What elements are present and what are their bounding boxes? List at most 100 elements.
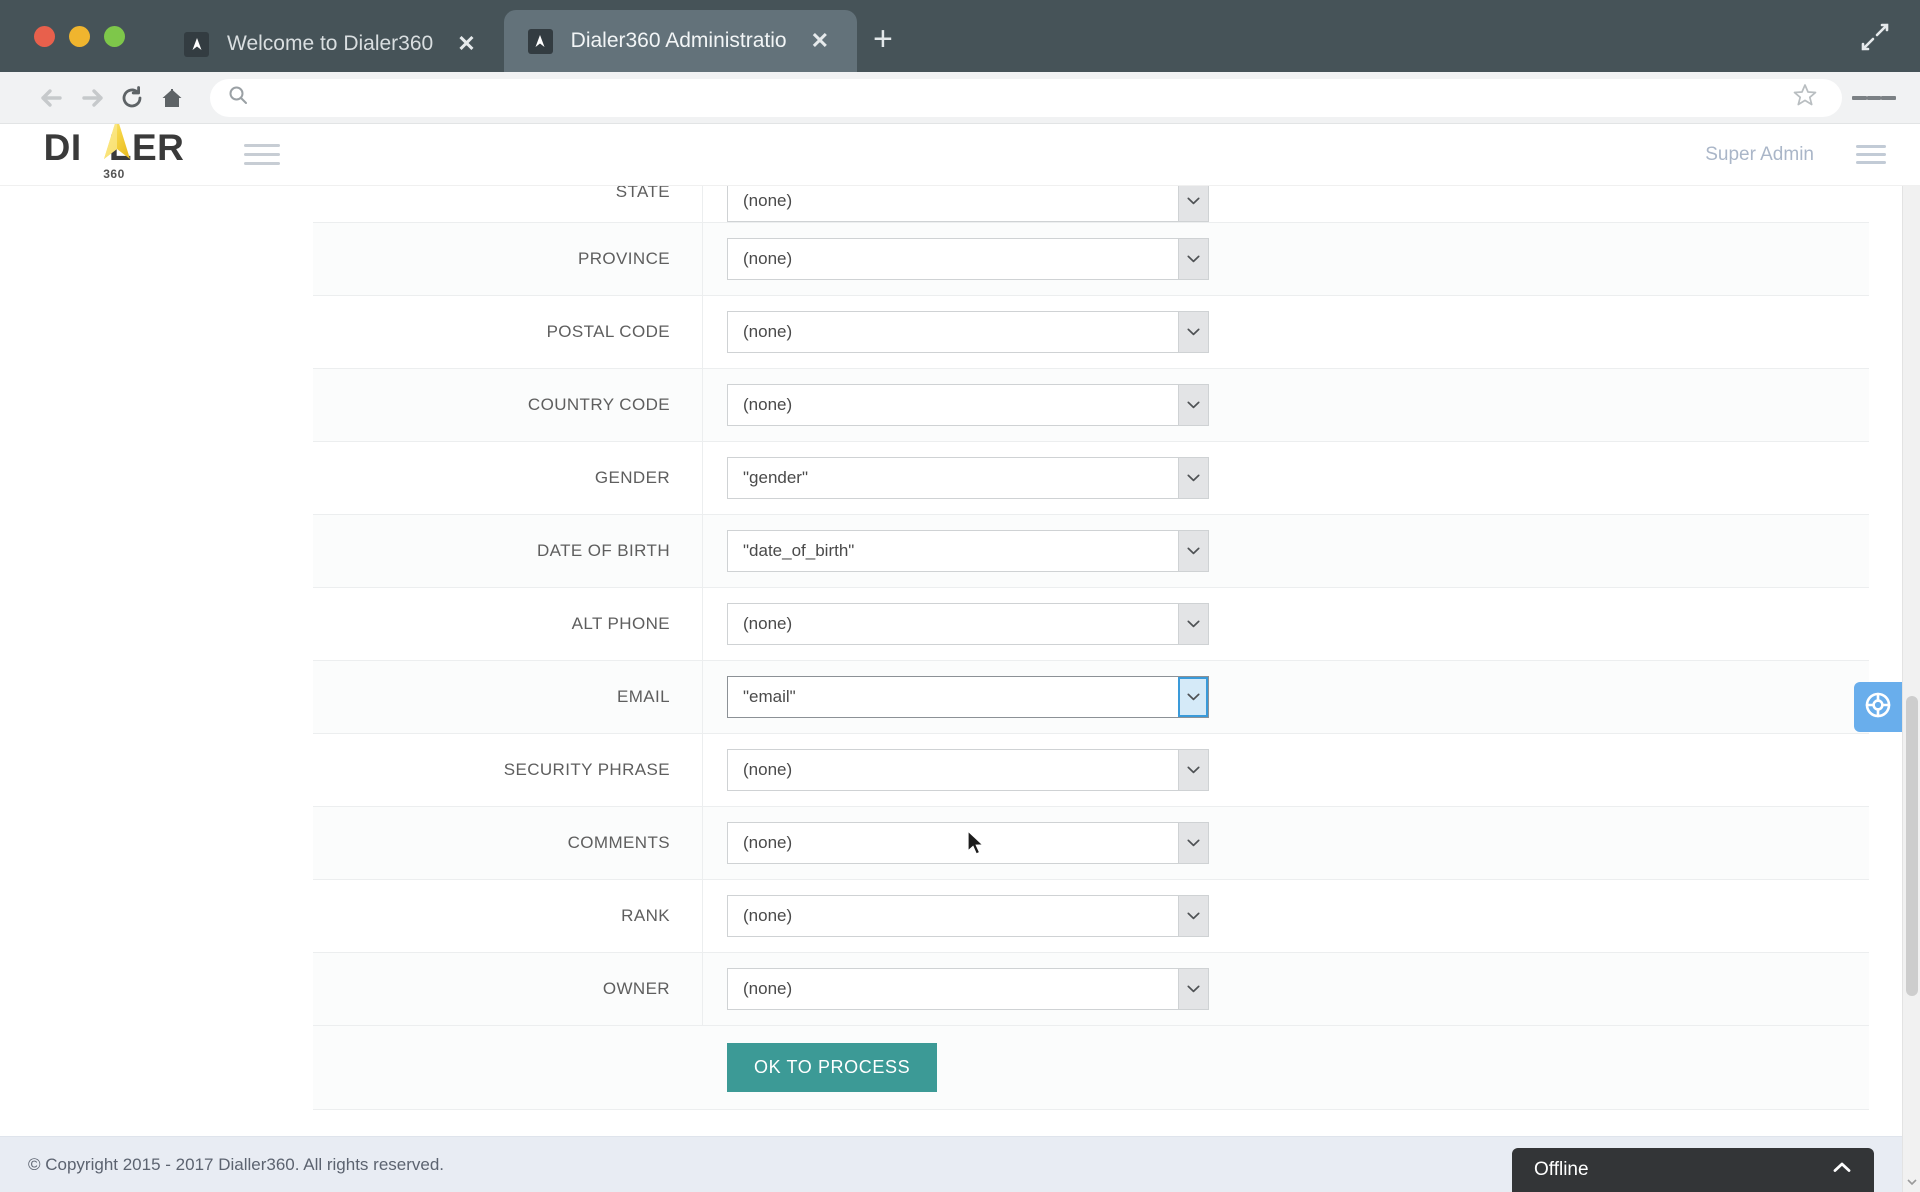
field-mapping-select[interactable]: (none) (727, 968, 1209, 1010)
field-label: SECURITY PHRASE (313, 734, 703, 806)
field-mapping-select[interactable]: (none) (727, 186, 1209, 222)
field-mapping-select[interactable]: (none) (727, 384, 1209, 426)
user-menu-icon[interactable] (1856, 140, 1886, 169)
star-icon[interactable] (1792, 82, 1818, 113)
minimize-window-button[interactable] (69, 26, 90, 47)
chevron-up-icon[interactable] (1832, 1161, 1852, 1179)
field-mapping-rows: STATE (none) PROVINCE (none) POSTAL CODE (non… (313, 186, 1869, 1026)
field-mapping-select-value: (none) (743, 760, 793, 779)
browser-tab-close-icon[interactable]: ✕ (451, 31, 481, 57)
logo-text: DIALER (44, 124, 185, 166)
field-label: COMMENTS (313, 807, 703, 879)
field-mapping-row: RANK (none) (313, 880, 1869, 953)
field-mapping-select[interactable]: (none) (727, 895, 1209, 937)
field-mapping-row: GENDER "gender" (313, 442, 1869, 515)
field-mapping-select-value: (none) (743, 614, 793, 633)
support-help-tab[interactable] (1854, 682, 1902, 732)
field-control: (none) (703, 807, 1869, 879)
chevron-down-icon[interactable] (1178, 239, 1208, 279)
chevron-down-icon[interactable] (1178, 186, 1208, 221)
chevron-down-icon[interactable] (1178, 385, 1208, 425)
field-mapping-select[interactable]: "date_of_birth" (727, 530, 1209, 572)
reload-icon[interactable] (112, 78, 152, 118)
browser-tabstrip: Welcome to Dialer360 ✕ Dialer360 Adminis… (0, 0, 1920, 72)
browser-menu-icon[interactable] (1852, 78, 1897, 118)
field-control: "email" (703, 661, 1869, 733)
field-mapping-select-value: (none) (743, 833, 793, 852)
field-mapping-row: OWNER (none) (313, 953, 1869, 1026)
field-mapping-row: SECURITY PHRASE (none) (313, 734, 1869, 807)
browser-tabs: Welcome to Dialer360 ✕ Dialer360 Adminis… (160, 0, 909, 72)
field-mapping-row: PROVINCE (none) (313, 223, 1869, 296)
page-viewport: DIALER (0, 124, 1920, 1192)
scroll-down-arrow-icon[interactable] (1906, 1174, 1918, 1186)
browser-tab-title: Welcome to Dialer360 (227, 32, 434, 55)
dialer360-favicon-icon (184, 31, 209, 57)
page-scrollbar[interactable] (1902, 124, 1920, 1192)
forward-arrow-icon[interactable] (72, 78, 112, 118)
field-mapping-row: COUNTRY CODE (none) (313, 369, 1869, 442)
field-label: EMAIL (313, 661, 703, 733)
maximize-window-button[interactable] (104, 26, 125, 47)
field-mapping-select-value: (none) (743, 322, 793, 341)
field-label: PROVINCE (313, 223, 703, 295)
field-control: (none) (703, 296, 1869, 368)
field-mapping-select[interactable]: "gender" (727, 457, 1209, 499)
field-mapping-select-value: "gender" (743, 468, 809, 487)
field-mapping-select-value: (none) (743, 906, 793, 925)
expand-arrows-icon[interactable] (1858, 20, 1892, 54)
browser-tab-welcome[interactable]: Welcome to Dialer360 ✕ (160, 16, 504, 72)
field-mapping-row: EMAIL "email" (313, 661, 1869, 734)
address-bar[interactable] (210, 78, 1842, 117)
chevron-down-icon[interactable] (1178, 458, 1208, 498)
browser-tab-close-icon[interactable]: ✕ (805, 28, 835, 54)
app-header: DIALER (0, 124, 1920, 186)
browser-window: Welcome to Dialer360 ✕ Dialer360 Adminis… (0, 0, 1920, 1192)
chevron-down-icon[interactable] (1178, 896, 1208, 936)
chevron-down-icon[interactable] (1178, 750, 1208, 790)
close-window-button[interactable] (34, 26, 55, 47)
chevron-down-icon[interactable] (1178, 604, 1208, 644)
field-label: COUNTRY CODE (313, 369, 703, 441)
field-control: (none) (703, 953, 1869, 1025)
lifebuoy-icon (1863, 690, 1893, 725)
chevron-down-icon[interactable] (1178, 823, 1208, 863)
chevron-down-icon[interactable] (1178, 312, 1208, 352)
chat-widget[interactable]: Offline (1512, 1148, 1874, 1192)
field-control: "date_of_birth" (703, 515, 1869, 587)
field-mapping-row: ALT PHONE (none) (313, 588, 1869, 661)
chevron-down-icon[interactable] (1178, 531, 1208, 571)
field-control: "gender" (703, 442, 1869, 514)
home-icon[interactable] (152, 78, 192, 118)
back-arrow-icon[interactable] (32, 78, 72, 118)
field-mapping-select[interactable]: (none) (727, 822, 1209, 864)
chevron-down-icon[interactable] (1178, 677, 1208, 717)
field-control: (none) (703, 734, 1869, 806)
field-mapping-row: COMMENTS (none) (313, 807, 1869, 880)
field-mapping-select[interactable]: "email" (727, 676, 1209, 718)
browser-tab-administration[interactable]: Dialer360 Administratio ✕ (503, 10, 858, 72)
current-user-label[interactable]: Super Admin (1705, 144, 1814, 166)
new-tab-button[interactable]: + (857, 22, 909, 72)
browser-toolbar (0, 72, 1920, 124)
field-control: (none) (703, 880, 1869, 952)
field-mapping-select[interactable]: (none) (727, 749, 1209, 791)
header-right-group: Super Admin (1705, 140, 1886, 169)
window-traffic-lights (34, 26, 125, 47)
copyright-text: © Copyright 2015 - 2017 Dialler360. All … (28, 1154, 445, 1174)
field-mapping-select[interactable]: (none) (727, 603, 1209, 645)
field-mapping-select-value: "email" (743, 687, 796, 706)
field-mapping-row: POSTAL CODE (none) (313, 296, 1869, 369)
sidebar-toggle-icon[interactable] (244, 138, 280, 171)
field-control: (none) (703, 369, 1869, 441)
page-scrollbar-thumb[interactable] (1906, 696, 1918, 996)
field-label: GENDER (313, 442, 703, 514)
field-mapping-select[interactable]: (none) (727, 311, 1209, 353)
field-mapping-row: STATE (none) (313, 186, 1869, 223)
dialer360-logo[interactable]: DIALER (40, 124, 188, 181)
page-content: STATE (none) PROVINCE (none) POSTAL CODE (non… (0, 186, 1920, 1192)
field-mapping-select-value: (none) (743, 395, 793, 414)
field-mapping-select[interactable]: (none) (727, 238, 1209, 280)
ok-to-process-button[interactable]: OK TO PROCESS (727, 1043, 938, 1092)
chevron-down-icon[interactable] (1178, 969, 1208, 1009)
